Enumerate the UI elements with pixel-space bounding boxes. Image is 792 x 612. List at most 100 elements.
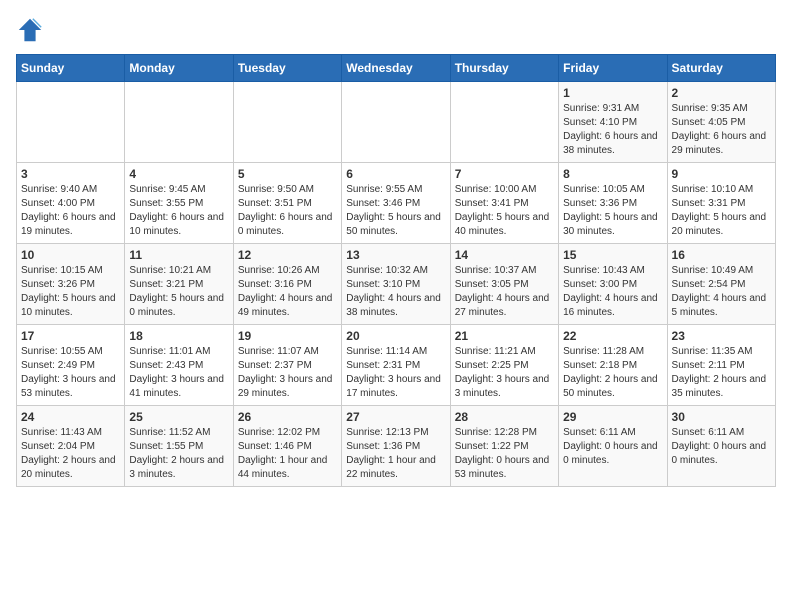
- weekday-header-tuesday: Tuesday: [233, 55, 341, 82]
- day-number: 1: [563, 86, 662, 100]
- cell-content: Sunrise: 10:55 AM Sunset: 2:49 PM Daylig…: [21, 345, 120, 401]
- calendar-cell-w0d2: [233, 82, 341, 163]
- cell-content: Sunrise: 11:21 AM Sunset: 2:25 PM Daylig…: [455, 345, 554, 401]
- calendar-cell-w0d1: [125, 82, 233, 163]
- calendar-table: SundayMondayTuesdayWednesdayThursdayFrid…: [16, 54, 776, 487]
- cell-content: Sunrise: 9:50 AM Sunset: 3:51 PM Dayligh…: [238, 183, 337, 239]
- day-number: 27: [346, 410, 445, 424]
- calendar-cell-w0d0: [17, 82, 125, 163]
- calendar-cell-w2d6: 16 Sunrise: 10:49 AM Sunset: 2:54 PM Dayl…: [667, 244, 775, 325]
- calendar-cell-w3d3: 20 Sunrise: 11:14 AM Sunset: 2:31 PM Dayl…: [342, 325, 450, 406]
- day-number: 6: [346, 167, 445, 181]
- logo: [16, 16, 48, 44]
- cell-content: Sunrise: 9:31 AM Sunset: 4:10 PM Dayligh…: [563, 102, 662, 158]
- calendar-cell-w0d3: [342, 82, 450, 163]
- calendar-cell-w0d4: [450, 82, 558, 163]
- weekday-header-sunday: Sunday: [17, 55, 125, 82]
- cell-content: Sunrise: 11:43 AM Sunset: 2:04 PM Daylig…: [21, 426, 120, 482]
- calendar-cell-w2d2: 12 Sunrise: 10:26 AM Sunset: 3:16 PM Dayl…: [233, 244, 341, 325]
- cell-content: Sunrise: 9:35 AM Sunset: 4:05 PM Dayligh…: [672, 102, 771, 158]
- calendar-cell-w1d1: 4 Sunrise: 9:45 AM Sunset: 3:55 PM Daylig…: [125, 163, 233, 244]
- cell-content: Sunrise: 10:21 AM Sunset: 3:21 PM Daylig…: [129, 264, 228, 320]
- day-number: 12: [238, 248, 337, 262]
- calendar-cell-w2d1: 11 Sunrise: 10:21 AM Sunset: 3:21 PM Dayl…: [125, 244, 233, 325]
- calendar-cell-w3d1: 18 Sunrise: 11:01 AM Sunset: 2:43 PM Dayl…: [125, 325, 233, 406]
- calendar-cell-w2d3: 13 Sunrise: 10:32 AM Sunset: 3:10 PM Dayl…: [342, 244, 450, 325]
- calendar-cell-w3d4: 21 Sunrise: 11:21 AM Sunset: 2:25 PM Dayl…: [450, 325, 558, 406]
- cell-content: Sunset: 6:11 AM Daylight: 0 hours and 0 …: [672, 426, 771, 468]
- day-number: 30: [672, 410, 771, 424]
- logo-icon: [16, 16, 44, 44]
- day-number: 29: [563, 410, 662, 424]
- calendar-cell-w1d2: 5 Sunrise: 9:50 AM Sunset: 3:51 PM Daylig…: [233, 163, 341, 244]
- day-number: 15: [563, 248, 662, 262]
- day-number: 3: [21, 167, 120, 181]
- day-number: 5: [238, 167, 337, 181]
- day-number: 13: [346, 248, 445, 262]
- day-number: 26: [238, 410, 337, 424]
- cell-content: Sunset: 6:11 AM Daylight: 0 hours and 0 …: [563, 426, 662, 468]
- day-number: 23: [672, 329, 771, 343]
- cell-content: Sunrise: 10:00 AM Sunset: 3:41 PM Daylig…: [455, 183, 554, 239]
- cell-content: Sunrise: 10:26 AM Sunset: 3:16 PM Daylig…: [238, 264, 337, 320]
- weekday-header-thursday: Thursday: [450, 55, 558, 82]
- calendar-cell-w1d6: 9 Sunrise: 10:10 AM Sunset: 3:31 PM Dayli…: [667, 163, 775, 244]
- cell-content: Sunrise: 11:14 AM Sunset: 2:31 PM Daylig…: [346, 345, 445, 401]
- cell-content: Sunrise: 11:28 AM Sunset: 2:18 PM Daylig…: [563, 345, 662, 401]
- day-number: 20: [346, 329, 445, 343]
- cell-content: Sunrise: 10:43 AM Sunset: 3:00 PM Daylig…: [563, 264, 662, 320]
- cell-content: Sunrise: 10:15 AM Sunset: 3:26 PM Daylig…: [21, 264, 120, 320]
- weekday-header-wednesday: Wednesday: [342, 55, 450, 82]
- calendar-cell-w4d3: 27 Sunrise: 12:13 PM Sunset: 1:36 PM Dayl…: [342, 406, 450, 487]
- calendar-cell-w3d0: 17 Sunrise: 10:55 AM Sunset: 2:49 PM Dayl…: [17, 325, 125, 406]
- day-number: 4: [129, 167, 228, 181]
- cell-content: Sunrise: 11:01 AM Sunset: 2:43 PM Daylig…: [129, 345, 228, 401]
- cell-content: Sunrise: 11:35 AM Sunset: 2:11 PM Daylig…: [672, 345, 771, 401]
- calendar-cell-w0d5: 1 Sunrise: 9:31 AM Sunset: 4:10 PM Daylig…: [559, 82, 667, 163]
- cell-content: Sunrise: 11:07 AM Sunset: 2:37 PM Daylig…: [238, 345, 337, 401]
- weekday-header-saturday: Saturday: [667, 55, 775, 82]
- day-number: 16: [672, 248, 771, 262]
- day-number: 7: [455, 167, 554, 181]
- day-number: 19: [238, 329, 337, 343]
- day-number: 8: [563, 167, 662, 181]
- day-number: 21: [455, 329, 554, 343]
- cell-content: Sunrise: 9:55 AM Sunset: 3:46 PM Dayligh…: [346, 183, 445, 239]
- cell-content: Sunrise: 9:45 AM Sunset: 3:55 PM Dayligh…: [129, 183, 228, 239]
- cell-content: Sunrise: 9:40 AM Sunset: 4:00 PM Dayligh…: [21, 183, 120, 239]
- cell-content: Sunrise: 12:28 PM Sunset: 1:22 PM Daylig…: [455, 426, 554, 482]
- cell-content: Sunrise: 12:13 PM Sunset: 1:36 PM Daylig…: [346, 426, 445, 482]
- weekday-header-friday: Friday: [559, 55, 667, 82]
- calendar-cell-w4d2: 26 Sunrise: 12:02 PM Sunset: 1:46 PM Dayl…: [233, 406, 341, 487]
- day-number: 18: [129, 329, 228, 343]
- day-number: 25: [129, 410, 228, 424]
- day-number: 10: [21, 248, 120, 262]
- calendar-cell-w3d2: 19 Sunrise: 11:07 AM Sunset: 2:37 PM Dayl…: [233, 325, 341, 406]
- day-number: 11: [129, 248, 228, 262]
- day-number: 9: [672, 167, 771, 181]
- day-number: 2: [672, 86, 771, 100]
- calendar-cell-w2d4: 14Sunrise: 10:37 AM Sunset: 3:05 PM Dayl…: [450, 244, 558, 325]
- calendar-cell-w4d5: 29 Sunset: 6:11 AM Daylight: 0 hours and …: [559, 406, 667, 487]
- calendar-cell-w1d5: 8 Sunrise: 10:05 AM Sunset: 3:36 PM Dayli…: [559, 163, 667, 244]
- calendar-cell-w4d6: 30 Sunset: 6:11 AM Daylight: 0 hours and …: [667, 406, 775, 487]
- calendar-cell-w1d3: 6 Sunrise: 9:55 AM Sunset: 3:46 PM Daylig…: [342, 163, 450, 244]
- calendar-cell-w2d5: 15 Sunrise: 10:43 AM Sunset: 3:00 PM Dayl…: [559, 244, 667, 325]
- day-number: 28: [455, 410, 554, 424]
- calendar-cell-w2d0: 10 Sunrise: 10:15 AM Sunset: 3:26 PM Dayl…: [17, 244, 125, 325]
- calendar-cell-w3d5: 22Sunrise: 11:28 AM Sunset: 2:18 PM Dayl…: [559, 325, 667, 406]
- day-number: 17: [21, 329, 120, 343]
- calendar-cell-w4d1: 25 Sunrise: 11:52 AM Sunset: 1:55 PM Dayl…: [125, 406, 233, 487]
- cell-content: Sunrise: 12:02 PM Sunset: 1:46 PM Daylig…: [238, 426, 337, 482]
- cell-content: Sunrise: 10:05 AM Sunset: 3:36 PM Daylig…: [563, 183, 662, 239]
- cell-content: Sunrise: 10:37 AM Sunset: 3:05 PM Daylig…: [455, 264, 554, 320]
- cell-content: Sunrise: 10:10 AM Sunset: 3:31 PM Daylig…: [672, 183, 771, 239]
- cell-content: Sunrise: 10:32 AM Sunset: 3:10 PM Daylig…: [346, 264, 445, 320]
- page-header: [16, 16, 776, 44]
- calendar-cell-w0d6: 2 Sunrise: 9:35 AM Sunset: 4:05 PM Daylig…: [667, 82, 775, 163]
- cell-content: Sunrise: 10:49 AM Sunset: 2:54 PM Daylig…: [672, 264, 771, 320]
- day-number: 24: [21, 410, 120, 424]
- calendar-cell-w1d0: 3 Sunrise: 9:40 AM Sunset: 4:00 PM Daylig…: [17, 163, 125, 244]
- weekday-header-monday: Monday: [125, 55, 233, 82]
- cell-content: Sunrise: 11:52 AM Sunset: 1:55 PM Daylig…: [129, 426, 228, 482]
